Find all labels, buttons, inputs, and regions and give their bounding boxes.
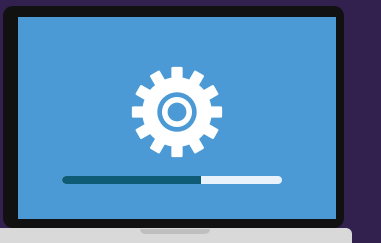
gear-center-hole bbox=[167, 102, 187, 122]
gear-shape bbox=[131, 66, 223, 158]
loading-scene bbox=[0, 0, 381, 243]
gear-icon bbox=[130, 65, 224, 159]
progress-fill bbox=[62, 176, 201, 184]
gear-svg bbox=[131, 66, 223, 158]
progress-bar bbox=[62, 176, 282, 184]
laptop-base-notch bbox=[140, 229, 210, 234]
